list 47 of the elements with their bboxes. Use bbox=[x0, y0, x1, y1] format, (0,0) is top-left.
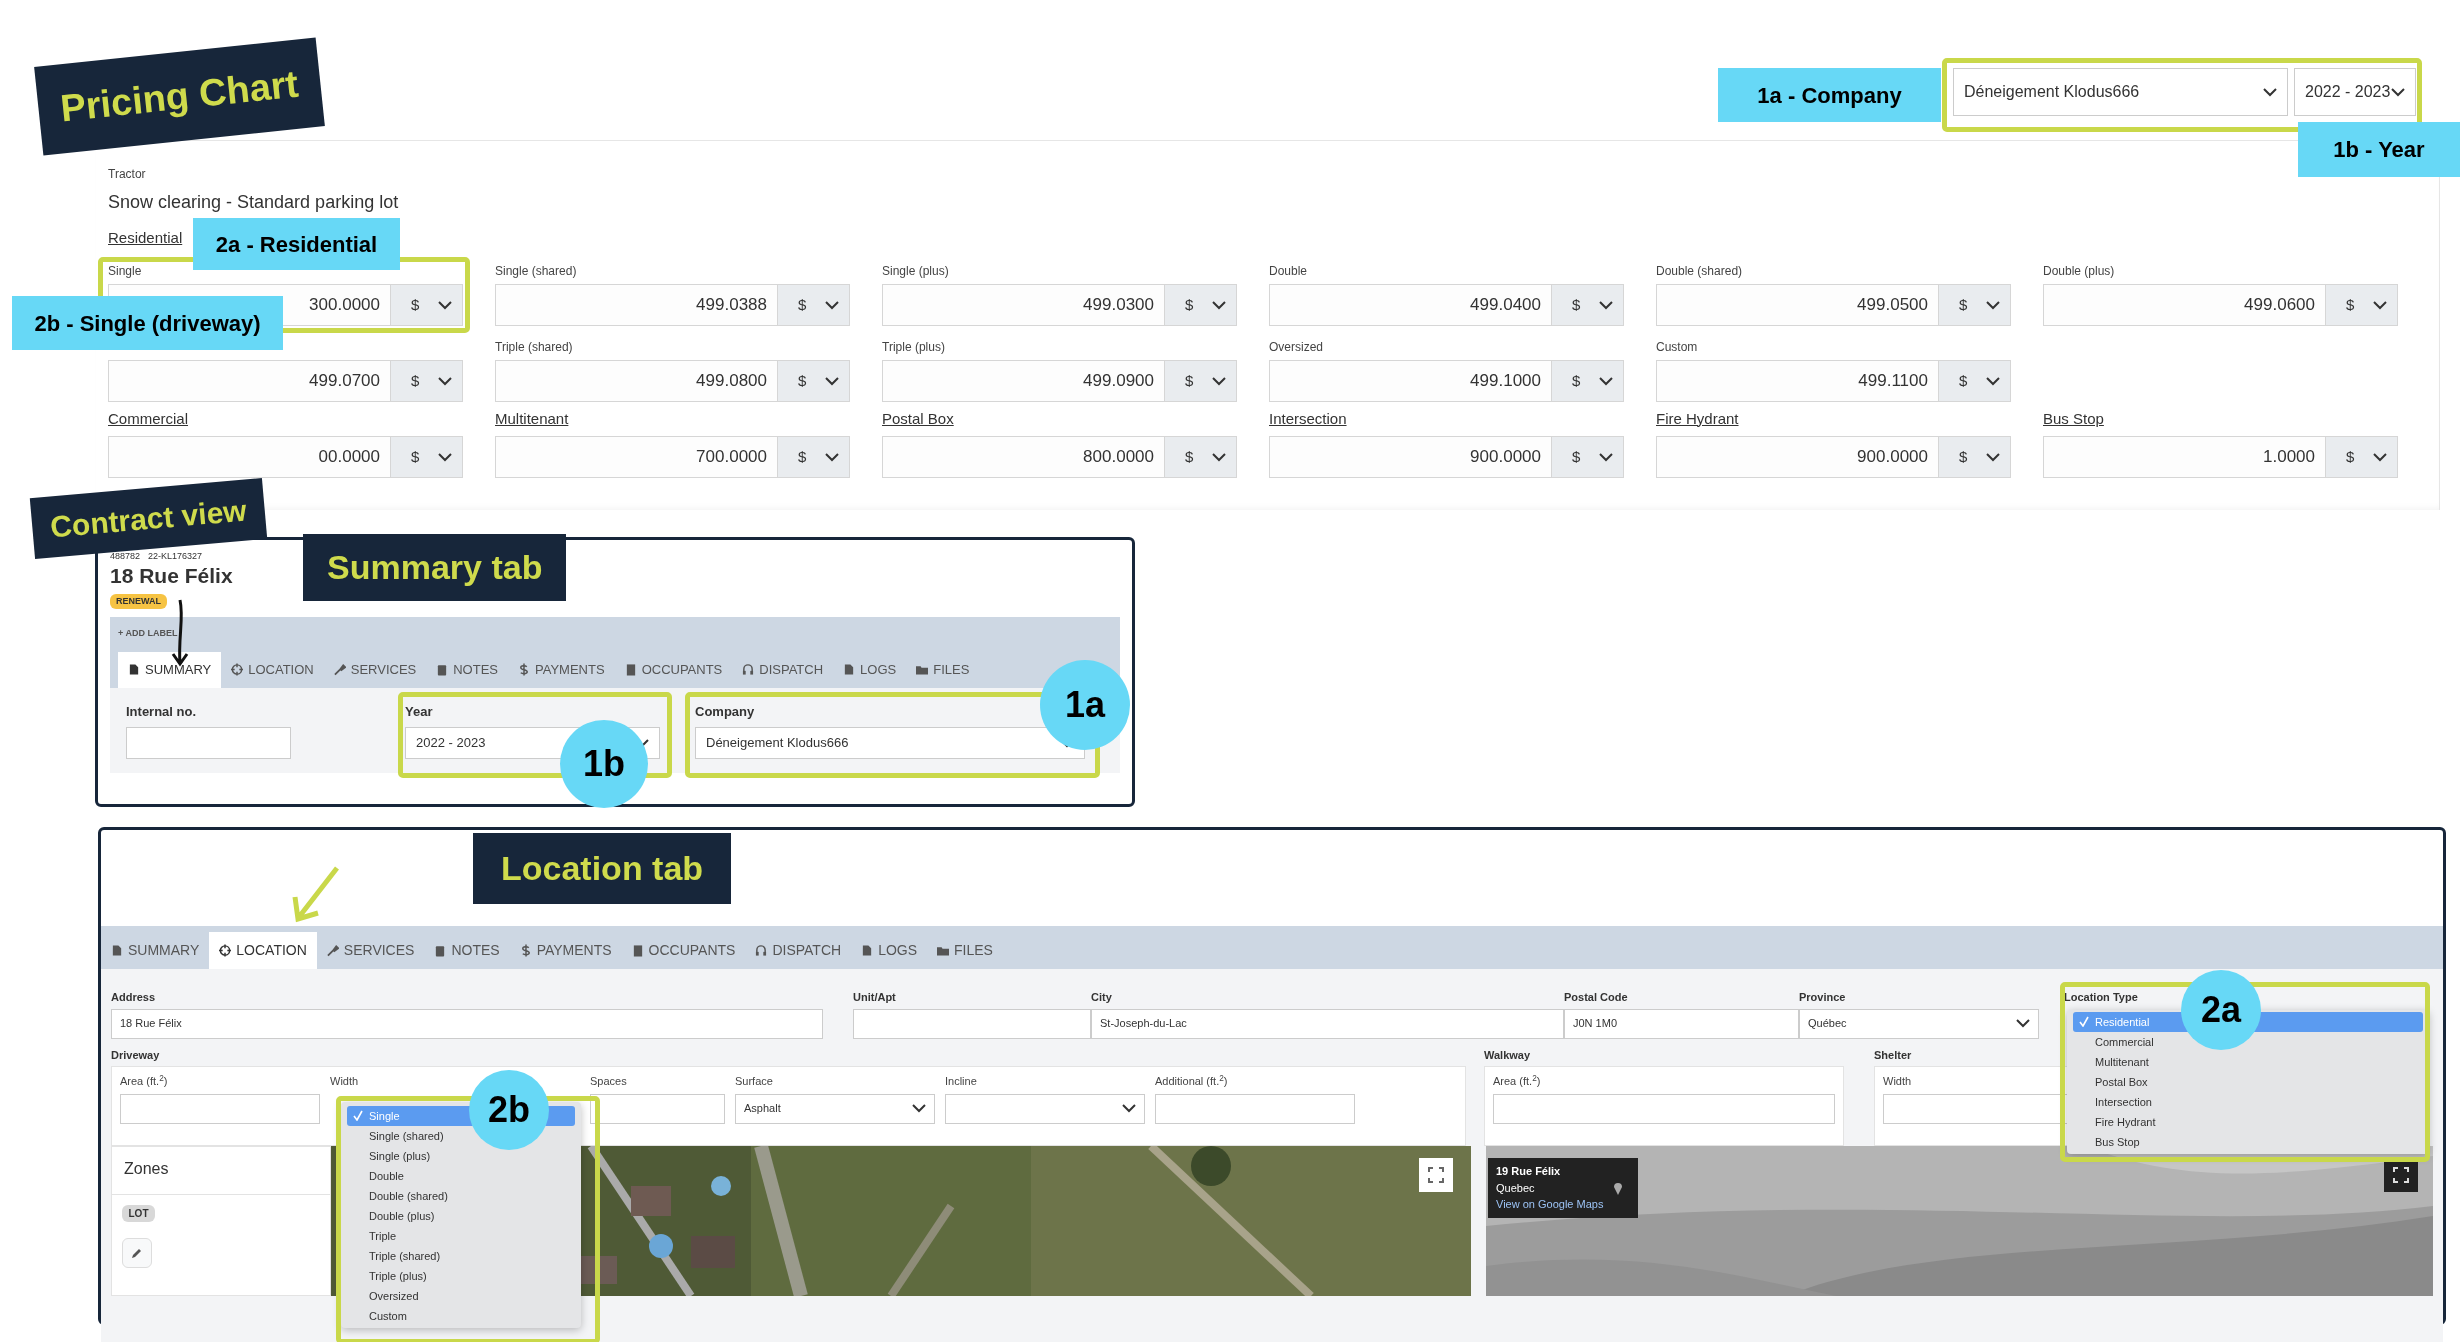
field-label: Oversized bbox=[1269, 339, 1324, 356]
place-name: 19 Rue Félix bbox=[1496, 1164, 1562, 1179]
field-label: Internal no. bbox=[126, 702, 197, 721]
field-label: Single bbox=[108, 263, 142, 280]
field-label: Province bbox=[1799, 990, 1846, 1005]
section-title: Location tab bbox=[473, 833, 732, 904]
field-label: Custom bbox=[1656, 339, 1698, 356]
field-label: City bbox=[1091, 990, 1112, 1005]
callout-tooltip: 1b - Year bbox=[2298, 122, 2460, 177]
field-label: Additional (ft.$^{2}$) bbox=[1155, 1073, 1228, 1089]
place-region: Quebec bbox=[1496, 1180, 1536, 1196]
field-label: Postal Code bbox=[1564, 990, 1628, 1005]
service-title: Snow clearing - Standard parking lot bbox=[108, 191, 400, 214]
field-label: Area (ft.$^{2}$) bbox=[1493, 1073, 1541, 1089]
field-label: Width bbox=[1883, 1074, 1912, 1089]
field-label: Width bbox=[330, 1074, 359, 1089]
equipment-label: Tractor bbox=[108, 166, 146, 183]
field-label: Address bbox=[111, 990, 156, 1005]
record-id: 488782 bbox=[110, 550, 141, 563]
group-label: Shelter bbox=[1874, 1047, 1912, 1063]
callout-tooltip: 2b - Single (driveway) bbox=[12, 296, 283, 350]
field-label: Single (shared) bbox=[495, 263, 577, 280]
field-label: Triple (plus) bbox=[882, 339, 945, 356]
field-label: Year bbox=[405, 702, 433, 721]
field-label: Triple (shared) bbox=[495, 339, 573, 356]
field-label: Surface bbox=[735, 1074, 773, 1089]
field-label: Spaces bbox=[590, 1074, 627, 1089]
callout-tooltip: 1a - Company bbox=[1718, 68, 1941, 122]
section-title: Summary tab bbox=[303, 534, 567, 601]
field-label: Double bbox=[1269, 263, 1308, 280]
callout-tooltip: 2a - Residential bbox=[193, 218, 400, 270]
field-label: Company bbox=[695, 702, 755, 721]
section-banner: Pricing Chart bbox=[34, 37, 325, 156]
field-label: Unit/Apt bbox=[853, 990, 896, 1005]
record-id: 22-KL176327 bbox=[148, 550, 203, 563]
field-label: Single (plus) bbox=[882, 263, 949, 280]
field-label: Area (ft.$^{2}$) bbox=[120, 1073, 168, 1089]
group-label: Driveway bbox=[111, 1047, 160, 1063]
record-title: 18 Rue Félix bbox=[110, 563, 233, 587]
field-label: Incline bbox=[945, 1074, 977, 1089]
zone-tag: LOT bbox=[122, 1205, 155, 1222]
field-label: Double (shared) bbox=[1656, 263, 1743, 280]
field-label: Double (plus) bbox=[2043, 263, 2115, 280]
zones-heading: Zones bbox=[124, 1160, 169, 1177]
field-label: Location Type bbox=[2064, 990, 2138, 1005]
group-label: Walkway bbox=[1484, 1047, 1531, 1063]
status-badge: RENEWAL bbox=[110, 593, 167, 609]
